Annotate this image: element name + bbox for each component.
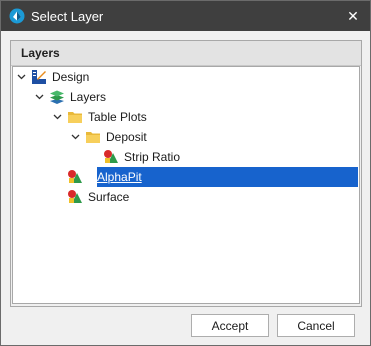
layer-shapes-icon bbox=[68, 190, 82, 203]
chevron-down-icon[interactable] bbox=[33, 91, 45, 103]
group-header: Layers bbox=[11, 41, 361, 66]
close-icon[interactable]: ✕ bbox=[347, 8, 359, 25]
select-layer-dialog: Select Layer ✕ Layers Design Layers Tabl… bbox=[0, 0, 371, 346]
chevron-down-icon[interactable] bbox=[15, 71, 27, 83]
tree-item-label: Strip Ratio bbox=[124, 150, 181, 164]
tree-item-label: Layers bbox=[70, 90, 107, 104]
layers-group: Layers Design Layers Table Plots Deposit… bbox=[10, 40, 362, 307]
app-logo-icon bbox=[9, 8, 25, 24]
tree-item-layers[interactable]: Layers bbox=[33, 87, 106, 107]
tree-item-label: Table Plots bbox=[88, 110, 147, 124]
layer-tree[interactable]: Design Layers Table Plots Deposit Strip … bbox=[12, 66, 360, 304]
cancel-button[interactable]: Cancel bbox=[277, 314, 355, 337]
group-title: Layers bbox=[21, 46, 60, 60]
tree-item-strip-ratio[interactable]: Strip Ratio bbox=[103, 147, 180, 167]
close-button[interactable]: ✕ bbox=[340, 4, 366, 28]
tree-item-label: Design bbox=[52, 70, 90, 84]
tree-item-deposit[interactable]: Deposit bbox=[69, 127, 147, 147]
accept-button[interactable]: Accept bbox=[191, 314, 269, 337]
tree-item-label: AlphaPit bbox=[97, 170, 142, 184]
chevron-down-icon[interactable] bbox=[69, 131, 81, 143]
tree-item-surface[interactable]: Surface bbox=[67, 187, 129, 207]
folder-icon bbox=[68, 112, 82, 123]
title-bar: Select Layer ✕ bbox=[1, 1, 370, 31]
tree-item-table-plots[interactable]: Table Plots bbox=[51, 107, 147, 127]
tree-item-label: Deposit bbox=[106, 130, 147, 144]
tree-item-label: Surface bbox=[88, 190, 130, 204]
layer-shapes-icon bbox=[104, 150, 118, 163]
folder-icon bbox=[86, 132, 100, 143]
design-icon bbox=[32, 70, 46, 84]
tree-item-alphapit[interactable]: AlphaPit bbox=[67, 167, 142, 187]
chevron-down-icon[interactable] bbox=[51, 111, 63, 123]
layer-shapes-icon bbox=[68, 170, 82, 183]
tree-item-design[interactable]: Design bbox=[15, 67, 89, 87]
window-title: Select Layer bbox=[31, 9, 104, 24]
layers-stack-icon bbox=[50, 90, 64, 104]
